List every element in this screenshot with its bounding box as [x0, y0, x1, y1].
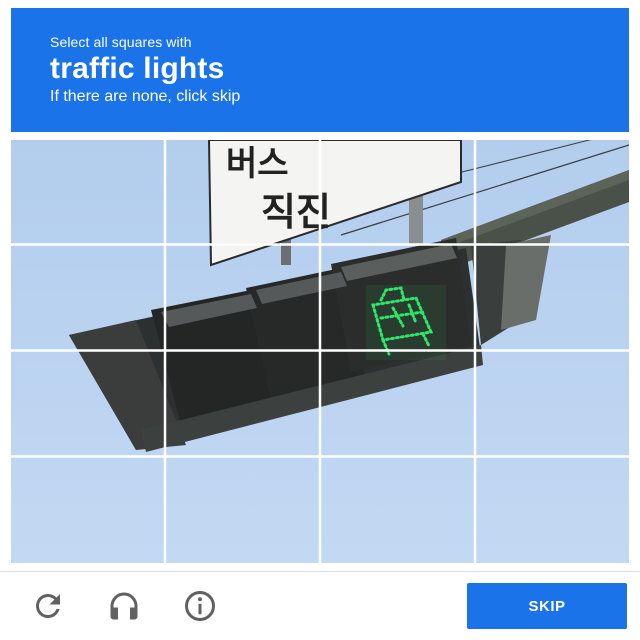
tile-r1-c3[interactable]	[321, 140, 474, 243]
info-button[interactable]	[180, 586, 220, 626]
target-object-text: traffic lights	[50, 52, 225, 85]
tile-r4-c3[interactable]	[321, 458, 474, 561]
captcha-frame: Select all squares with traffic lights I…	[0, 0, 640, 640]
captcha-footer: SKIP	[0, 572, 640, 640]
image-grid: 버스 직진	[11, 140, 629, 563]
info-icon	[185, 591, 215, 621]
skip-button[interactable]: SKIP	[467, 583, 627, 629]
instruction-text: Select all squares with	[50, 34, 192, 50]
tile-r3-c2[interactable]	[166, 352, 319, 455]
tile-r3-c4[interactable]	[476, 352, 629, 455]
tile-r1-c1[interactable]	[11, 140, 164, 243]
tile-r4-c2[interactable]	[166, 458, 319, 561]
headphones-icon	[110, 592, 138, 620]
audio-challenge-button[interactable]	[104, 586, 144, 626]
reload-button[interactable]	[28, 586, 68, 626]
tile-r1-c4[interactable]	[476, 140, 629, 243]
tile-r2-c3[interactable]	[321, 246, 474, 349]
tile-r2-c1[interactable]	[11, 246, 164, 349]
tile-r2-c4[interactable]	[476, 246, 629, 349]
tile-r3-c1[interactable]	[11, 352, 164, 455]
tile-grid	[11, 140, 629, 563]
tile-r4-c1[interactable]	[11, 458, 164, 561]
tile-r2-c2[interactable]	[166, 246, 319, 349]
reload-icon	[35, 594, 60, 618]
skip-hint-text: If there are none, click skip	[50, 88, 241, 105]
tile-r3-c3[interactable]	[321, 352, 474, 455]
challenge-header: Select all squares with traffic lights I…	[11, 8, 629, 132]
tile-r1-c2[interactable]	[166, 140, 319, 243]
tile-r4-c4[interactable]	[476, 458, 629, 561]
